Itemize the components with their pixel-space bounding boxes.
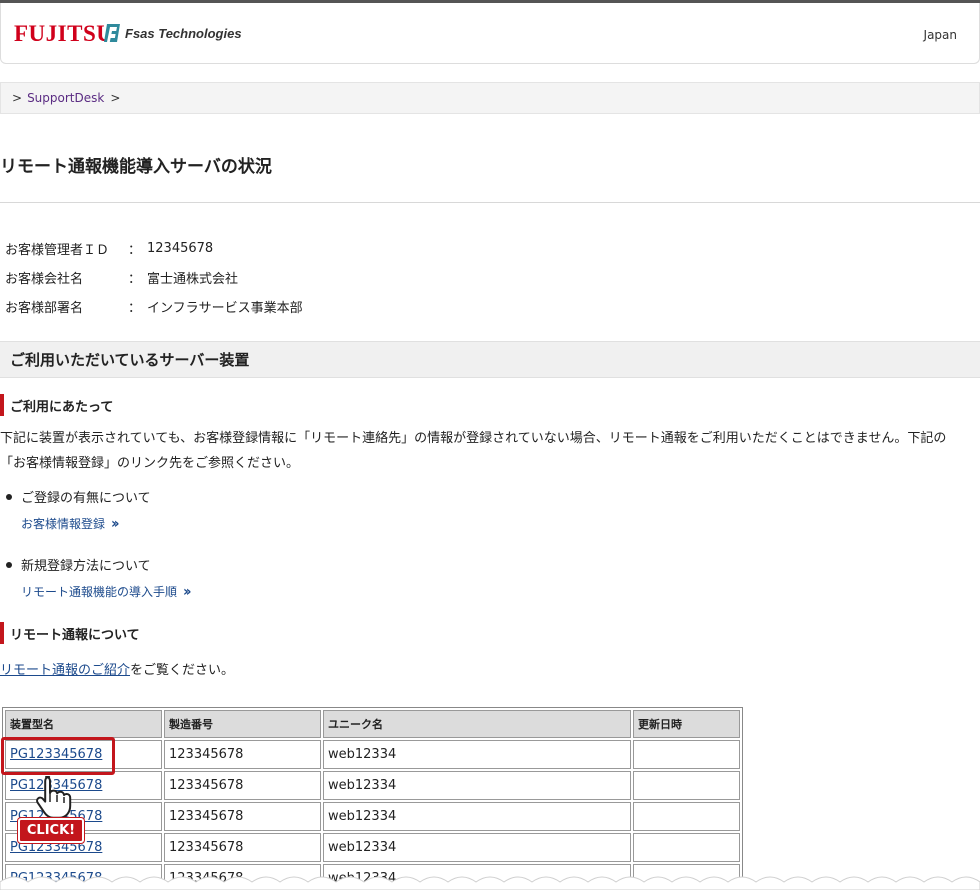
info-value: 富士通株式会社 [147, 272, 239, 287]
table-row: PG123345678 123345678 web12334 [5, 740, 740, 769]
fsas-mark-icon [104, 24, 120, 42]
cell-serial: 123345678 [164, 802, 321, 831]
customer-info-row: お客様部署名 ： インフラサービス事業本部 [5, 292, 303, 321]
cell-serial: 123345678 [164, 771, 321, 800]
breadcrumb-separator: > [12, 91, 23, 105]
table-row: PG123345678 123345678 web12334 [5, 771, 740, 800]
column-header-model[interactable]: 装置型名 [5, 710, 162, 738]
page-title: リモート通報機能導入サーバの状況 [0, 157, 272, 177]
torn-edge-decoration [0, 876, 980, 890]
cell-model: PG123345678 [5, 771, 162, 800]
cell-unique: web12334 [323, 833, 631, 862]
cell-unique: web12334 [323, 771, 631, 800]
info-value: インフラサービス事業本部 [147, 301, 303, 316]
bullet-dot [6, 493, 12, 500]
fsas-logo[interactable]: Fsas Technologies [103, 23, 242, 43]
cell-unique: web12334 [323, 740, 631, 769]
breadcrumb: > SupportDesk > [0, 82, 980, 114]
bullet-dot [6, 561, 12, 568]
link-label: お客様情報登録 [21, 517, 106, 531]
info-colon: ： [128, 301, 142, 316]
table-header-row: 装置型名 製造番号 ユニーク名 更新日時 [5, 710, 740, 738]
cell-serial: 123345678 [164, 833, 321, 862]
cell-unique: web12334 [323, 802, 631, 831]
usage-paragraph: 下記に装置が表示されていても、お客様登録情報に「リモート連絡先」の情報が登録され… [0, 431, 947, 471]
language-selector[interactable]: Japan [924, 28, 957, 42]
bullet-item: ご登録の有無について [6, 487, 151, 506]
hand-pointer-icon [36, 776, 72, 819]
cell-updated [633, 740, 740, 769]
remote-intro: リモート通報のご紹介をご覧ください。 [0, 659, 234, 678]
bullet-text: 新規登録方法について [21, 559, 151, 574]
customer-info-row: お客様管理者ＩＤ ： 12345678 [5, 234, 303, 263]
click-annotation-badge: CLICK! [18, 818, 84, 843]
info-label: お客様管理者ＩＤ [5, 243, 110, 258]
info-colon: ： [128, 243, 142, 258]
device-table: 装置型名 製造番号 ユニーク名 更新日時 PG123345678 1233456… [2, 707, 743, 890]
subheading-remote: リモート通報について [0, 622, 140, 644]
double-chevron-right-icon: ›› [111, 515, 119, 532]
table-row: PG123345678 123345678 web12334 [5, 833, 740, 862]
customer-info: お客様管理者ＩＤ ： 12345678 お客様会社名 ： 富士通株式会社 お客様… [5, 234, 303, 321]
title-divider [0, 202, 980, 203]
info-value: 12345678 [147, 241, 214, 256]
customer-registration-link[interactable]: お客様情報登録 ›› [21, 515, 119, 532]
setup-procedure-link[interactable]: リモート通報機能の導入手順 ›› [21, 583, 191, 600]
subheading-usage: ご利用にあたって [0, 394, 113, 416]
fujitsu-logo[interactable]: FUJITSU [14, 21, 113, 47]
site-header: FUJITSU Fsas Technologies Japan [0, 3, 980, 64]
table-row: PG123345678 123345678 web12334 [5, 802, 740, 831]
section-heading-servers: ご利用いただいているサーバー装置 [0, 341, 980, 378]
cell-updated [633, 802, 740, 831]
column-header-unique[interactable]: ユニーク名 [323, 710, 631, 738]
breadcrumb-supportdesk[interactable]: SupportDesk [27, 91, 104, 105]
cell-serial: 123345678 [164, 740, 321, 769]
bullet-text: ご登録の有無について [21, 491, 151, 506]
device-table-wrapper: 装置型名 製造番号 ユニーク名 更新日時 PG123345678 1233456… [2, 707, 743, 890]
info-label: お客様会社名 [5, 272, 84, 287]
column-header-updated[interactable]: 更新日時 [633, 710, 740, 738]
breadcrumb-separator: > [110, 91, 121, 105]
double-chevron-right-icon: ›› [183, 583, 191, 600]
column-header-serial[interactable]: 製造番号 [164, 710, 321, 738]
cell-updated [633, 833, 740, 862]
bullet-item: 新規登録方法について [6, 555, 151, 574]
click-highlight-box [1, 737, 115, 775]
cell-updated [633, 771, 740, 800]
remote-intro-link[interactable]: リモート通報のご紹介 [0, 663, 130, 678]
link-label: リモート通報機能の導入手順 [21, 585, 178, 599]
info-colon: ： [128, 272, 142, 287]
info-label: お客様部署名 [5, 301, 84, 316]
customer-info-row: お客様会社名 ： 富士通株式会社 [5, 263, 303, 292]
fsas-wordmark: Fsas Technologies [125, 25, 242, 41]
remote-intro-suffix: をご覧ください。 [130, 663, 235, 678]
